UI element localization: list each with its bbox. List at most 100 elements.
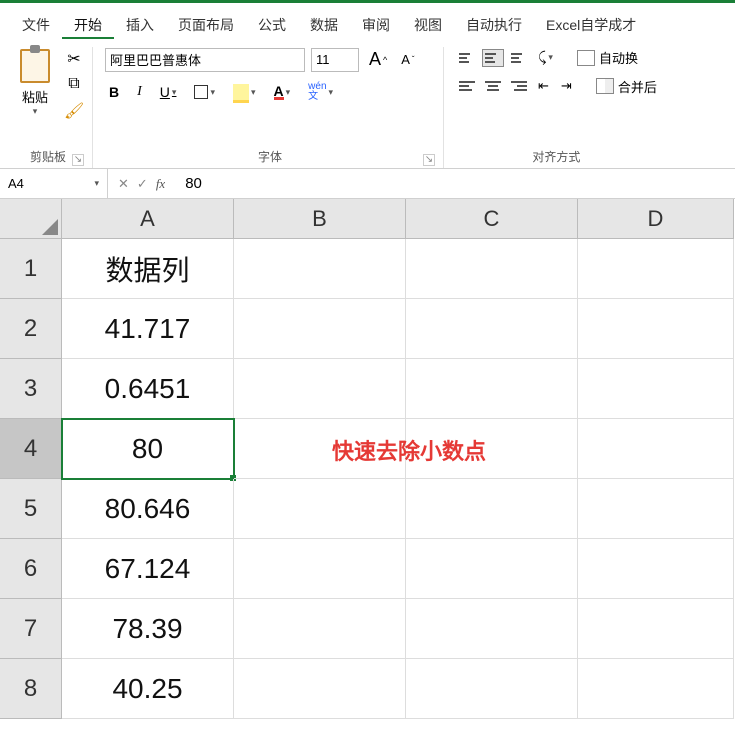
merge-icon	[596, 78, 614, 94]
font-color-button[interactable]: A▾	[270, 83, 295, 102]
menu-insert[interactable]: 插入	[114, 9, 166, 39]
col-header-A[interactable]: A	[62, 199, 234, 239]
cell-B7[interactable]	[234, 599, 406, 659]
col-header-D[interactable]: D	[578, 199, 734, 239]
row-header-2[interactable]: 2	[0, 299, 62, 359]
cell-D7[interactable]	[578, 599, 734, 659]
decrease-font-icon[interactable]: Aˇ	[397, 50, 418, 69]
row-header-1[interactable]: 1	[0, 239, 62, 299]
cell-A1[interactable]: 数据列	[62, 239, 234, 299]
menu-view[interactable]: 视图	[402, 9, 454, 39]
align-left-icon[interactable]	[456, 77, 478, 95]
menu-file[interactable]: 文件	[10, 9, 62, 39]
align-bottom-icon[interactable]	[508, 49, 530, 67]
row-header-6[interactable]: 6	[0, 539, 62, 599]
select-all-corner[interactable]	[0, 199, 62, 239]
cell-B3[interactable]	[234, 359, 406, 419]
col-header-B[interactable]: B	[234, 199, 406, 239]
cell-B1[interactable]	[234, 239, 406, 299]
cell-D4[interactable]	[578, 419, 734, 479]
cell-D3[interactable]	[578, 359, 734, 419]
cell-C7[interactable]	[406, 599, 578, 659]
paste-label: 粘贴	[22, 87, 48, 106]
cell-D6[interactable]	[578, 539, 734, 599]
cell-D5[interactable]	[578, 479, 734, 539]
decrease-indent-icon[interactable]: ⇤	[534, 76, 553, 96]
cell-A3[interactable]: 0.6451	[62, 359, 234, 419]
paste-button[interactable]: 粘贴 ▾	[12, 47, 58, 117]
menu-formulas[interactable]: 公式	[246, 9, 298, 39]
cell-C1[interactable]	[406, 239, 578, 299]
name-box[interactable]: A4 ▾	[0, 169, 108, 198]
format-painter-icon[interactable]: 🖌	[64, 101, 84, 121]
cell-B6[interactable]	[234, 539, 406, 599]
cut-icon[interactable]: ✂	[64, 49, 84, 69]
cell-B8[interactable]	[234, 659, 406, 719]
pinyin-button[interactable]: wén 文▾	[304, 80, 337, 104]
chevron-down-icon[interactable]: ▾	[94, 178, 99, 189]
orientation-button[interactable]: ⤹▾	[534, 47, 557, 68]
group-clipboard: 粘贴 ▾ ✂ ⧉ 🖌 剪贴板 ↘	[4, 47, 93, 168]
cancel-icon[interactable]: ✕	[118, 176, 129, 192]
clipboard-icon	[20, 49, 50, 83]
wrap-text-icon	[577, 50, 595, 66]
row-header-5[interactable]: 5	[0, 479, 62, 539]
font-size-select[interactable]	[311, 48, 359, 72]
cell-C2[interactable]	[406, 299, 578, 359]
cell-B2[interactable]	[234, 299, 406, 359]
align-center-icon[interactable]	[482, 77, 504, 95]
col-header-C[interactable]: C	[406, 199, 578, 239]
group-label-clipboard: 剪贴板 ↘	[12, 145, 84, 168]
cell-A7[interactable]: 78.39	[62, 599, 234, 659]
dialog-launcher-icon[interactable]: ↘	[423, 154, 435, 166]
menu-automate[interactable]: 自动执行	[454, 9, 534, 39]
cell-D8[interactable]	[578, 659, 734, 719]
increase-font-icon[interactable]: A^	[365, 47, 391, 72]
border-button[interactable]: ▾	[190, 83, 219, 101]
wrap-text-button[interactable]: 自动换	[577, 48, 638, 67]
cell-C5[interactable]	[406, 479, 578, 539]
cell-A8[interactable]: 40.25	[62, 659, 234, 719]
cell-D2[interactable]	[578, 299, 734, 359]
underline-button[interactable]: U▾	[156, 82, 181, 102]
menu-page-layout[interactable]: 页面布局	[166, 9, 246, 39]
ribbon: 粘贴 ▾ ✂ ⧉ 🖌 剪贴板 ↘ A^ Aˇ B I U	[0, 39, 735, 169]
row-header-7[interactable]: 7	[0, 599, 62, 659]
group-font: A^ Aˇ B I U▾ ▾ ▾ A▾ wén 文▾ 字体 ↘	[97, 47, 444, 168]
menu-bar: 文件 开始 插入 页面布局 公式 数据 审阅 视图 自动执行 Excel自学成才	[0, 3, 735, 39]
menu-home[interactable]: 开始	[62, 9, 114, 39]
spreadsheet-grid: A B C D 1 2 3 4 5 6 7 8 数据列	[0, 199, 735, 736]
increase-indent-icon[interactable]: ⇥	[557, 76, 576, 96]
align-top-icon[interactable]	[456, 49, 478, 67]
align-middle-icon[interactable]	[482, 49, 504, 67]
formula-input[interactable]: 80	[175, 175, 735, 192]
dialog-launcher-icon[interactable]: ↘	[72, 154, 84, 166]
merge-center-button[interactable]: 合并后	[596, 77, 657, 96]
italic-button[interactable]: I	[133, 82, 146, 102]
copy-icon[interactable]: ⧉	[64, 75, 84, 95]
cell-A5[interactable]: 80.646	[62, 479, 234, 539]
menu-data[interactable]: 数据	[298, 9, 350, 39]
cell-A2[interactable]: 41.717	[62, 299, 234, 359]
fx-icon[interactable]: fx	[156, 176, 165, 192]
cell-A4[interactable]: 80	[62, 419, 234, 479]
fill-color-button[interactable]: ▾	[229, 82, 260, 102]
bold-button[interactable]: B	[105, 82, 123, 102]
row-header-3[interactable]: 3	[0, 359, 62, 419]
menu-review[interactable]: 审阅	[350, 9, 402, 39]
cell-D1[interactable]	[578, 239, 734, 299]
confirm-icon[interactable]: ✓	[137, 176, 148, 192]
cell-B5[interactable]	[234, 479, 406, 539]
row-header-8[interactable]: 8	[0, 659, 62, 719]
menu-addin[interactable]: Excel自学成才	[534, 9, 648, 39]
chevron-down-icon: ▾	[33, 106, 38, 117]
font-family-select[interactable]	[105, 48, 305, 72]
group-label-font: 字体 ↘	[105, 145, 435, 168]
group-alignment: ⤹▾ 自动换 ⇤ ⇥ 合并后 对齐方式	[448, 47, 665, 168]
cell-A6[interactable]: 67.124	[62, 539, 234, 599]
cell-C6[interactable]	[406, 539, 578, 599]
align-right-icon[interactable]	[508, 77, 530, 95]
cell-C8[interactable]	[406, 659, 578, 719]
cell-C3[interactable]	[406, 359, 578, 419]
row-header-4[interactable]: 4	[0, 419, 62, 479]
